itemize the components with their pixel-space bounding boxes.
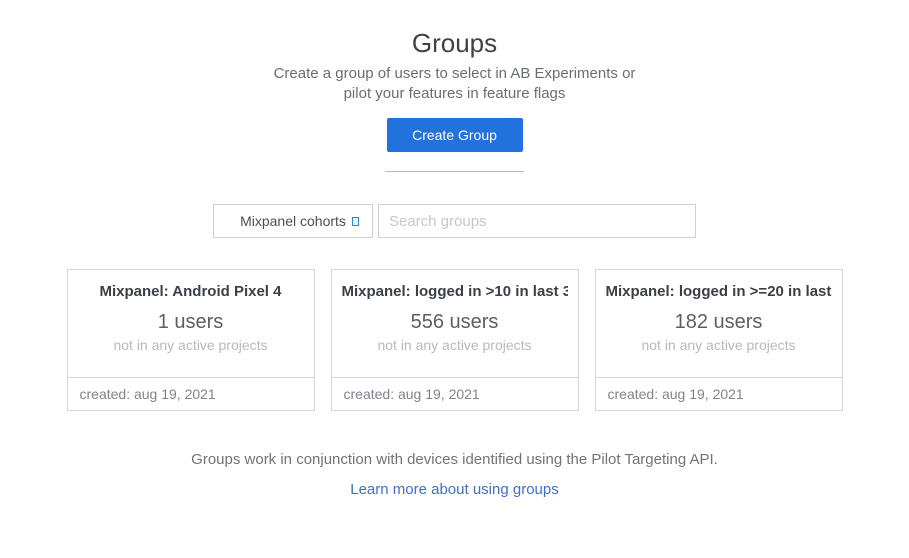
group-card[interactable]: Mixpanel: Android Pixel 4 1 users not in…: [67, 269, 315, 411]
page-title: Groups: [0, 28, 909, 58]
group-cards-row: Mixpanel: Android Pixel 4 1 users not in…: [0, 269, 909, 411]
groups-page: Groups Create a group of users to select…: [0, 28, 909, 558]
cohort-source-dropdown-value: Mixpanel cohorts: [240, 213, 346, 229]
group-card-user-count: 1 users: [78, 310, 304, 334]
footer-info-text: Groups work in conjunction with devices …: [0, 450, 909, 470]
page-subtitle: Create a group of users to select in AB …: [0, 64, 909, 104]
group-card-created-date: created: aug 19, 2021: [596, 377, 842, 410]
group-card-created-date: created: aug 19, 2021: [68, 377, 314, 410]
group-card-body: Mixpanel: logged in >=20 in last 30... 1…: [596, 270, 842, 377]
group-card-title: Mixpanel: logged in >=20 in last 30...: [606, 283, 832, 301]
group-card-status: not in any active projects: [606, 336, 832, 354]
create-group-button[interactable]: Create Group: [387, 118, 523, 152]
header-divider: [385, 171, 524, 172]
group-card-user-count: 556 users: [342, 310, 568, 334]
group-card-created-date: created: aug 19, 2021: [332, 377, 578, 410]
group-card-body: Mixpanel: logged in >10 in last 30 ... 5…: [332, 270, 578, 377]
group-card-body: Mixpanel: Android Pixel 4 1 users not in…: [68, 270, 314, 377]
dropdown-indicator-icon: [352, 217, 359, 226]
search-groups-input[interactable]: [378, 204, 696, 238]
page-subtitle-line-2: pilot your features in feature flags: [0, 84, 909, 104]
learn-more-link[interactable]: Learn more about using groups: [350, 480, 558, 500]
page-subtitle-line-1: Create a group of users to select in AB …: [0, 64, 909, 84]
group-card-title: Mixpanel: logged in >10 in last 30 ...: [342, 283, 568, 301]
group-card[interactable]: Mixpanel: logged in >10 in last 30 ... 5…: [331, 269, 579, 411]
filter-controls: Mixpanel cohorts: [0, 204, 909, 238]
cohort-source-dropdown[interactable]: Mixpanel cohorts: [213, 204, 373, 238]
group-card-title: Mixpanel: Android Pixel 4: [78, 283, 304, 301]
group-card[interactable]: Mixpanel: logged in >=20 in last 30... 1…: [595, 269, 843, 411]
group-card-status: not in any active projects: [78, 336, 304, 354]
group-card-user-count: 182 users: [606, 310, 832, 334]
group-card-status: not in any active projects: [342, 336, 568, 354]
